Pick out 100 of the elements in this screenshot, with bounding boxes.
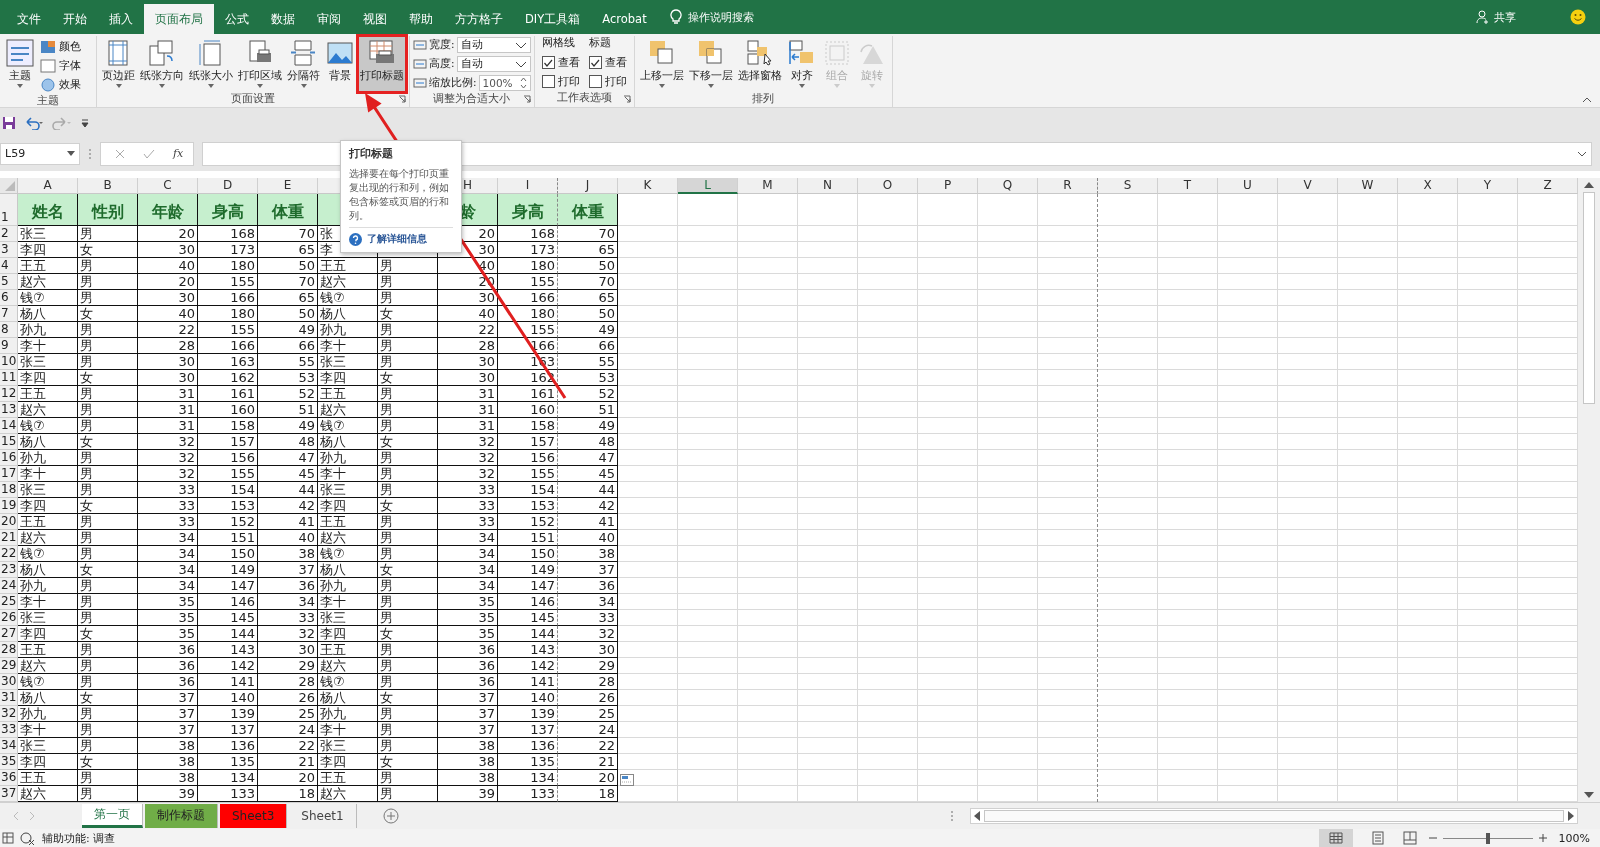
table-cell: 42	[558, 497, 618, 514]
table-cell: 体重	[258, 193, 318, 226]
table-cell: 李十	[318, 465, 378, 482]
table-cell: 30	[138, 369, 198, 386]
table-cell: 女	[78, 497, 138, 514]
table-cell: 180	[498, 257, 558, 274]
table-cell: 男	[378, 785, 438, 802]
table-cell: 张三	[318, 737, 378, 754]
table-cell: 李十	[318, 593, 378, 610]
table-cell: 女	[78, 241, 138, 258]
table-cell: 34	[438, 529, 498, 546]
table-cell: 钱⑦	[18, 417, 78, 434]
table-cell: 体重	[558, 193, 618, 226]
table-cell: 29	[258, 657, 318, 674]
table-cell: 男	[78, 273, 138, 290]
table-cell: 34	[438, 561, 498, 578]
option-heading: 标题	[588, 36, 612, 50]
table-cell: 赵六	[18, 273, 78, 290]
table-cell: 36	[138, 657, 198, 674]
table-cell: 50	[258, 257, 318, 274]
table-cell: 38	[558, 545, 618, 562]
table-cell: 22	[138, 321, 198, 338]
table-cell: 姓名	[18, 193, 78, 226]
table-cell: 47	[558, 449, 618, 466]
table-cell: 张三	[318, 481, 378, 498]
table-cell: 32	[558, 625, 618, 642]
table-cell: 男	[78, 337, 138, 354]
table-cell: 137	[498, 721, 558, 738]
table-cell: 女	[78, 561, 138, 578]
table-cell: 男	[78, 641, 138, 658]
table-cell: 钱⑦	[318, 417, 378, 434]
table-cell: 152	[498, 513, 558, 530]
table-cell: 男	[78, 769, 138, 786]
table-cell: 65	[558, 241, 618, 258]
table-cell: 153	[198, 497, 258, 514]
table-cell: 180	[198, 257, 258, 274]
table-cell: 36	[138, 673, 198, 690]
table-cell: 53	[258, 369, 318, 386]
table-cell: 28	[438, 337, 498, 354]
table-cell: 赵六	[18, 401, 78, 418]
table-cell: 20	[138, 225, 198, 242]
table-cell: 38	[438, 769, 498, 786]
table-cell: 133	[198, 785, 258, 802]
table-cell: 155	[198, 465, 258, 482]
table-cell: 男	[378, 721, 438, 738]
group-label: 调整为合适大小	[432, 92, 512, 106]
table-cell: 160	[198, 401, 258, 418]
table-cell: 21	[558, 753, 618, 770]
table-cell: 22	[558, 737, 618, 754]
table-cell: 38	[138, 769, 198, 786]
table-cell: 李四	[18, 753, 78, 770]
table-cell: 李四	[18, 369, 78, 386]
group-label: 主题	[36, 94, 60, 108]
table-cell: 32	[138, 433, 198, 450]
table-cell: 男	[78, 577, 138, 594]
table-cell: 赵六	[318, 401, 378, 418]
table-cell: 钱⑦	[18, 673, 78, 690]
table-cell: 35	[438, 593, 498, 610]
table-cell: 杨八	[18, 305, 78, 322]
table-cell: 40	[438, 305, 498, 322]
table-cell: 35	[138, 609, 198, 626]
table-cell: 32	[438, 449, 498, 466]
table-cell: 41	[558, 513, 618, 530]
table-cell: 37	[438, 721, 498, 738]
table-cell: 男	[378, 641, 438, 658]
table-cell: 45	[558, 465, 618, 482]
table-cell: 33	[558, 609, 618, 626]
table-cell: 47	[258, 449, 318, 466]
table-cell: 168	[198, 225, 258, 242]
table-cell: 161	[198, 385, 258, 402]
table-cell: 26	[558, 689, 618, 706]
table-cell: 李四	[318, 625, 378, 642]
table-cell: 39	[438, 785, 498, 802]
table-cell: 30	[438, 369, 498, 386]
table-cell: 男	[378, 769, 438, 786]
table-cell: 34	[438, 545, 498, 562]
table-cell: 钱⑦	[318, 545, 378, 562]
table-cell: 男	[78, 449, 138, 466]
table-cell: 34	[438, 577, 498, 594]
table-cell: 38	[438, 753, 498, 770]
table-cell: 31	[138, 417, 198, 434]
table-cell: 32	[438, 465, 498, 482]
table-cell: 28	[138, 337, 198, 354]
table-cell: 王五	[18, 513, 78, 530]
table-cell: 33	[138, 481, 198, 498]
table-cell: 33	[258, 609, 318, 626]
table-cell: 38	[438, 737, 498, 754]
table-cell: 李十	[18, 593, 78, 610]
table-cell: 32	[438, 433, 498, 450]
table-cell: 张三	[318, 609, 378, 626]
table-cell: 49	[558, 417, 618, 434]
table-cell: 136	[198, 737, 258, 754]
table-cell: 男	[378, 609, 438, 626]
option-heading: 网格线	[541, 36, 576, 50]
table-cell: 张三	[18, 481, 78, 498]
table-cell: 30	[138, 241, 198, 258]
table-cell: 36	[258, 577, 318, 594]
table-cell: 男	[78, 481, 138, 498]
table-cell: 李四	[18, 625, 78, 642]
table-cell: 40	[258, 529, 318, 546]
